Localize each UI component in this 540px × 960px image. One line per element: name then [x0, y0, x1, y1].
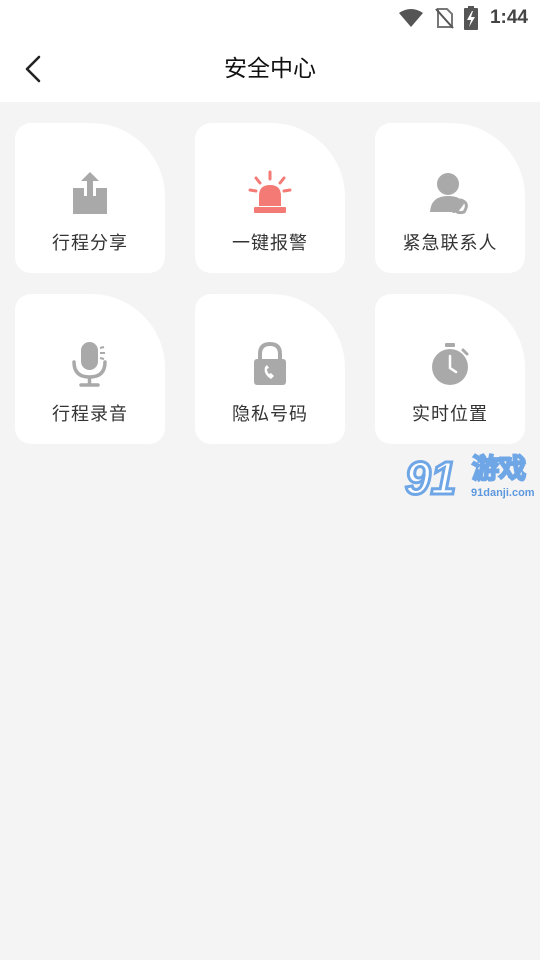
card-label: 行程录音	[52, 404, 128, 425]
realtime-location-card[interactable]: 实时位置	[375, 294, 525, 444]
privacy-lock-phone-icon	[246, 340, 294, 388]
chevron-left-icon	[25, 55, 41, 83]
watermark-text: 游戏	[471, 453, 527, 486]
stopwatch-icon	[426, 340, 474, 388]
card-label: 隐私号码	[232, 404, 308, 425]
card-label: 一键报警	[232, 233, 308, 254]
watermark-number: 91	[403, 451, 457, 506]
trip-recording-card[interactable]: 行程录音	[15, 294, 165, 444]
watermark-logo: 91 游戏 91danji.com	[403, 451, 540, 508]
card-label: 实时位置	[412, 404, 488, 425]
no-sim-icon	[434, 7, 454, 29]
emergency-contact-card[interactable]: 紧急联系人	[375, 123, 525, 273]
contact-person-icon	[426, 169, 474, 217]
card-label: 紧急联系人	[402, 233, 498, 254]
share-upload-icon	[66, 169, 114, 217]
watermark-url: 91danji.com	[471, 487, 535, 499]
nav-bar: 安全中心	[0, 36, 540, 102]
page-title: 安全中心	[224, 56, 316, 82]
wifi-icon	[398, 8, 424, 28]
microphone-icon	[66, 340, 114, 388]
trip-share-card[interactable]: 行程分享	[15, 123, 165, 273]
one-key-alarm-card[interactable]: 一键报警	[195, 123, 345, 273]
status-bar: 1:44	[0, 0, 540, 36]
card-label: 行程分享	[52, 233, 128, 254]
back-button[interactable]	[14, 50, 52, 88]
battery-charging-icon	[463, 6, 478, 30]
privacy-number-card[interactable]: 隐私号码	[195, 294, 345, 444]
alarm-siren-icon	[246, 169, 294, 217]
status-time: 1:44	[489, 7, 528, 28]
